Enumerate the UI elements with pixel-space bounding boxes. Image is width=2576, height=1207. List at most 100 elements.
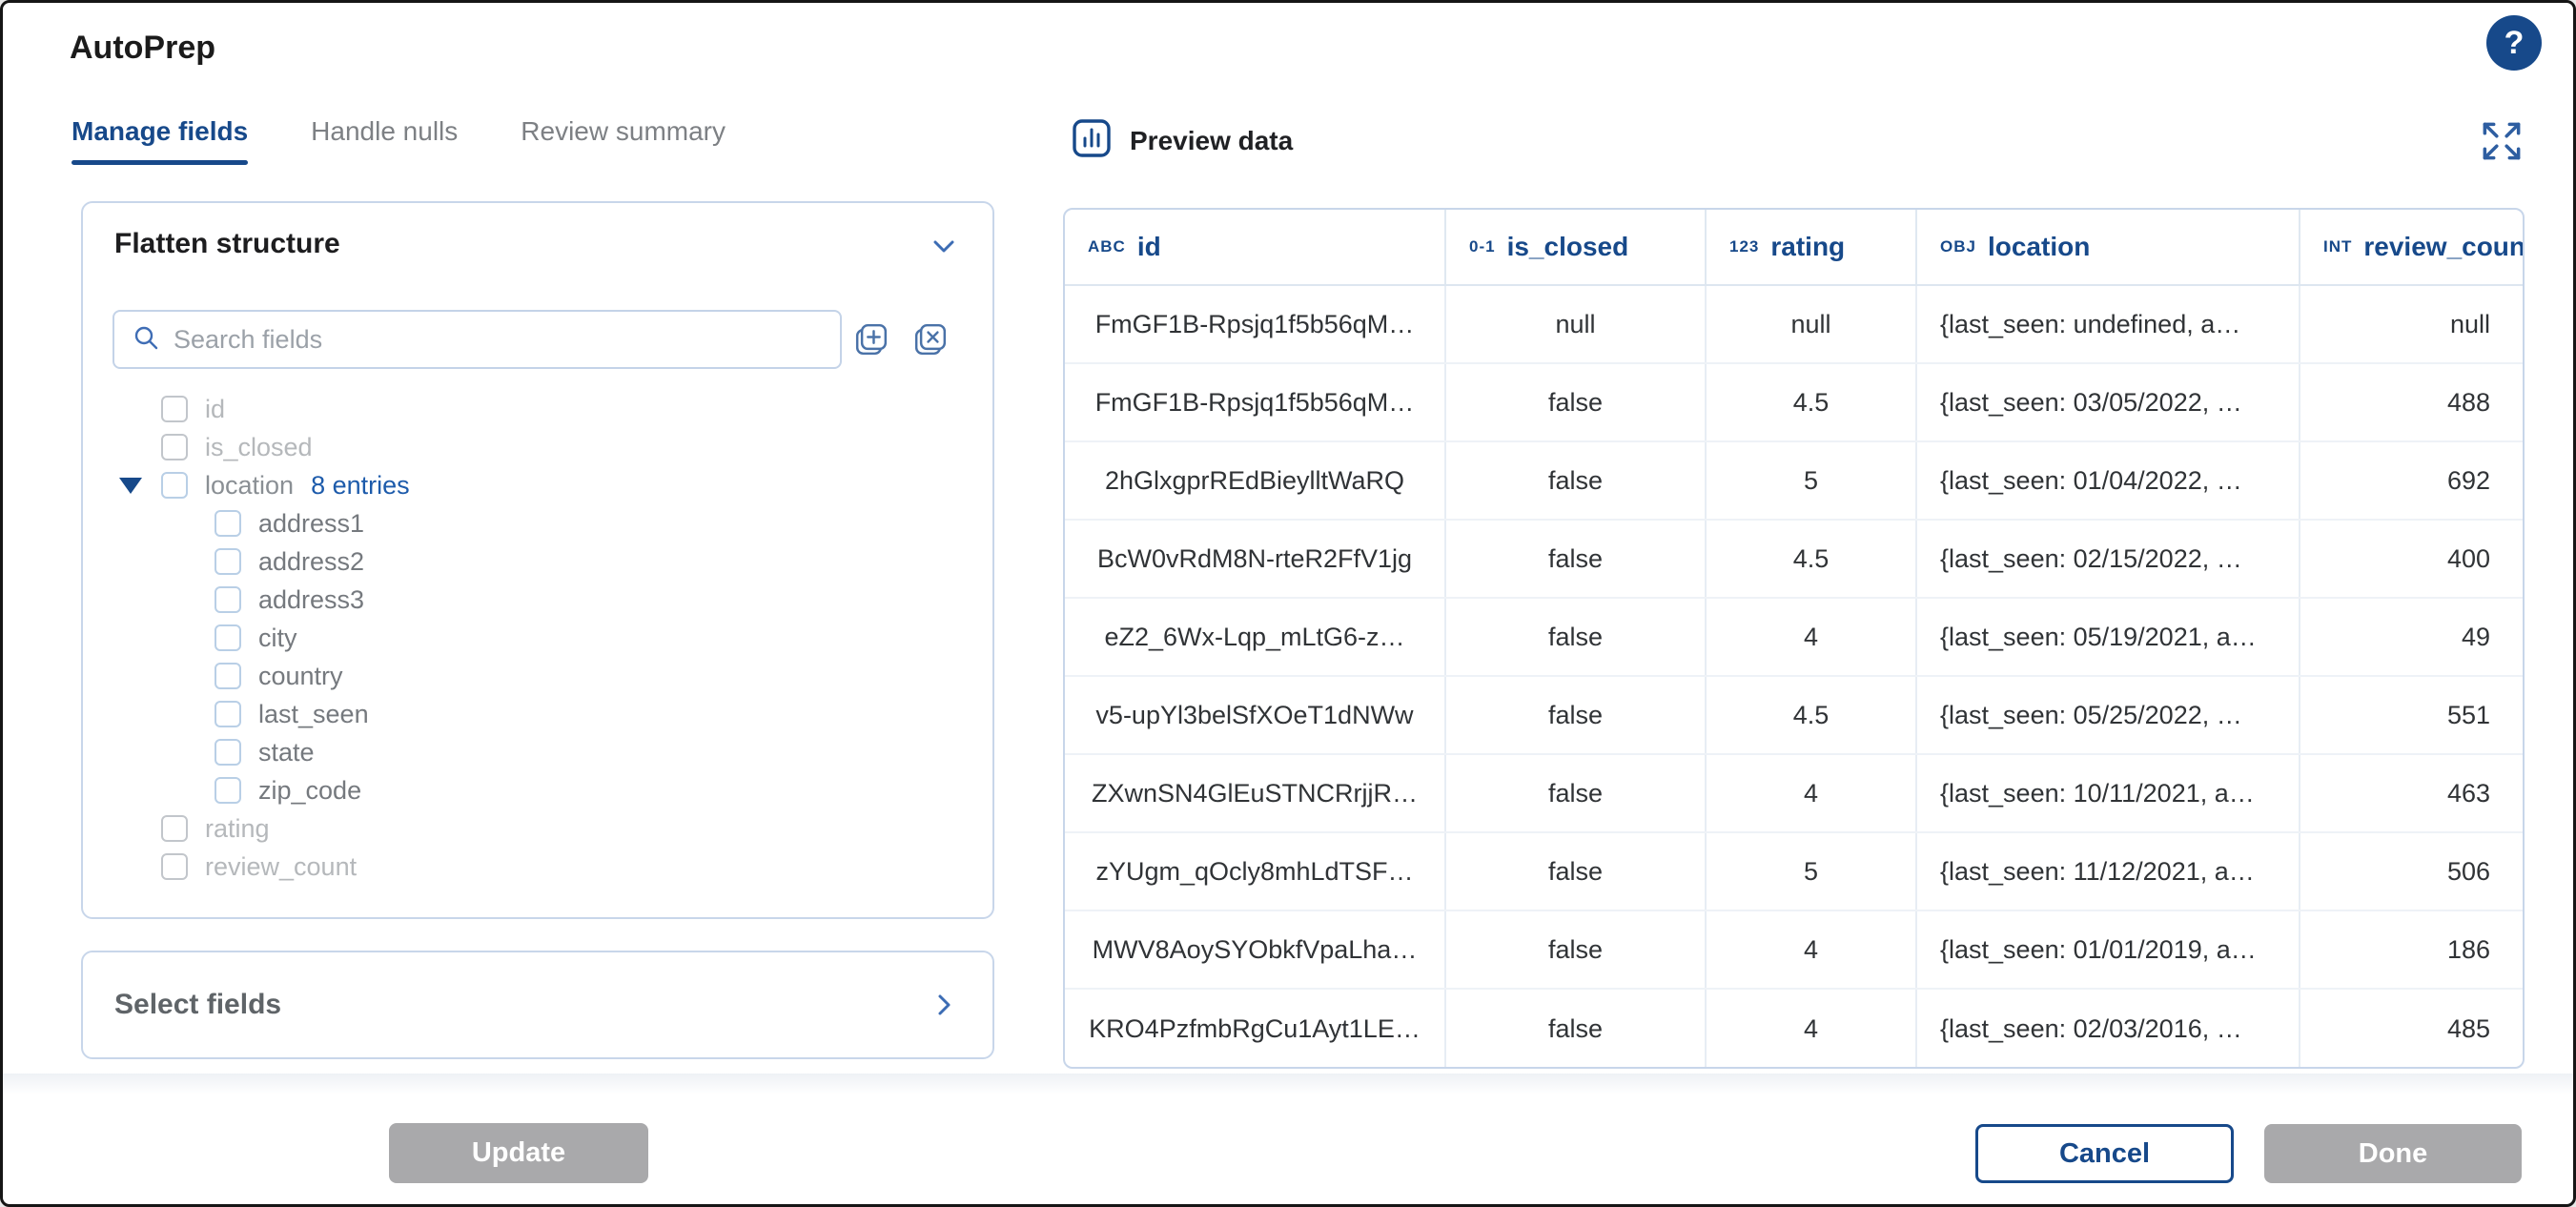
table-row: FmGF1B-Rpsjq1f5b56qM…nullnull{last_seen:… [1065, 286, 2523, 364]
cell-id: FmGF1B-Rpsjq1f5b56qM… [1065, 364, 1446, 440]
chevron-right-icon [928, 1010, 960, 1024]
tree-item-last-seen: last_seen [115, 695, 992, 733]
column-name: is_closed [1507, 232, 1629, 262]
caret-down-icon[interactable] [119, 478, 142, 494]
cell-is-closed: false [1446, 364, 1707, 440]
cell-id: eZ2_6Wx-Lqp_mLtG6-z… [1065, 599, 1446, 675]
tab-review-summary[interactable]: Review summary [521, 115, 726, 165]
tree-item-label: is_closed [205, 433, 313, 462]
preview-table-header: ABC id 0-1 is_closed 123 rating OBJ loca… [1065, 210, 2523, 286]
tree-item-label: review_count [205, 852, 357, 882]
cell-is-closed: null [1446, 286, 1707, 362]
type-string-icon: ABC [1088, 237, 1126, 256]
tree-item-address2: address2 [115, 542, 992, 581]
preview-table-body: FmGF1B-Rpsjq1f5b56qM…nullnull{last_seen:… [1065, 286, 2523, 1068]
cell-review-count: 488 [2300, 364, 2523, 440]
cell-rating: 4.5 [1707, 677, 1917, 753]
type-integer-icon: INT [2323, 237, 2352, 256]
type-object-icon: OBJ [1940, 237, 1976, 256]
cell-is-closed: false [1446, 599, 1707, 675]
tree-item-address3: address3 [115, 581, 992, 619]
tree-item-city: city [115, 619, 992, 657]
tree-item-rating: rating [115, 809, 992, 848]
tree-item-label: address2 [258, 547, 364, 577]
column-name: location [1988, 232, 2090, 262]
cell-review-count: 400 [2300, 521, 2523, 597]
help-button[interactable]: ? [2486, 15, 2542, 71]
checkbox[interactable] [161, 853, 188, 880]
cell-location: {last_seen: 02/15/2022, … [1917, 521, 2300, 597]
cell-rating: 4 [1707, 911, 1917, 988]
tree-item-country: country [115, 657, 992, 695]
table-row: BcW0vRdM8N-rteR2FfV1jgfalse4.5{last_seen… [1065, 521, 2523, 599]
cancel-button[interactable]: Cancel [1975, 1124, 2234, 1183]
cell-id: MWV8AoySYObkfVpaLha… [1065, 911, 1446, 988]
tree-item-label: address3 [258, 585, 364, 615]
done-button[interactable]: Done [2264, 1124, 2522, 1183]
collapse-panel-button[interactable] [928, 230, 960, 262]
cell-location: {last_seen: 01/04/2022, … [1917, 442, 2300, 519]
tree-item-label: location [205, 471, 294, 501]
tree-item-review-count: review_count [115, 848, 992, 886]
checkbox[interactable] [215, 624, 241, 651]
tree-item-label: last_seen [258, 700, 369, 729]
checkbox[interactable] [215, 510, 241, 537]
type-boolean-icon: 0-1 [1469, 237, 1496, 256]
tree-item-label: id [205, 395, 225, 424]
cell-location: {last_seen: undefined, a… [1917, 286, 2300, 362]
question-mark-icon: ? [2504, 25, 2525, 62]
table-row: MWV8AoySYObkfVpaLha…false4{last_seen: 01… [1065, 911, 2523, 990]
checkbox[interactable] [215, 777, 241, 804]
cell-id: v5-upYl3belSfXOeT1dNWw [1065, 677, 1446, 753]
checkbox[interactable] [215, 548, 241, 575]
checkbox[interactable] [161, 472, 188, 499]
fullscreen-expand-button[interactable] [2476, 115, 2527, 167]
tree-item-label: state [258, 738, 315, 767]
collapse-all-button[interactable] [910, 319, 951, 359]
tree-item-label: rating [205, 814, 270, 844]
autoprep-dialog: AutoPrep ? Manage fields Handle nulls Re… [0, 0, 2576, 1207]
cell-review-count: 506 [2300, 833, 2523, 910]
checkbox[interactable] [215, 663, 241, 689]
bar-chart-icon [1071, 117, 1113, 164]
column-name: review_count [2363, 232, 2523, 262]
cell-location: {last_seen: 05/19/2021, a… [1917, 599, 2300, 675]
checkbox[interactable] [161, 396, 188, 422]
expand-all-button[interactable] [851, 319, 891, 359]
cell-location: {last_seen: 03/05/2022, … [1917, 364, 2300, 440]
column-header-id: ABC id [1065, 210, 1446, 284]
table-row: ZXwnSN4GlEuSTNCRrjjR…false4{last_seen: 1… [1065, 755, 2523, 833]
cell-review-count: 485 [2300, 990, 2523, 1068]
field-tree: id is_closed location 8 entries address1 [83, 390, 992, 886]
cell-id: KRO4PzfmbRgCu1Ayt1LE… [1065, 990, 1446, 1068]
cell-id: ZXwnSN4GlEuSTNCRrjjR… [1065, 755, 1446, 831]
checkbox[interactable] [161, 815, 188, 842]
cell-rating: 4 [1707, 755, 1917, 831]
cell-is-closed: false [1446, 677, 1707, 753]
preview-data-header: Preview data [1071, 117, 1293, 164]
column-name: rating [1770, 232, 1845, 262]
expand-section-button[interactable] [928, 989, 960, 1021]
select-fields-panel[interactable]: Select fields [81, 951, 994, 1059]
cell-review-count: 463 [2300, 755, 2523, 831]
checkbox[interactable] [215, 701, 241, 727]
checkbox[interactable] [215, 739, 241, 766]
cell-id: zYUgm_qOcly8mhLdTSF… [1065, 833, 1446, 910]
cell-rating: 4 [1707, 990, 1917, 1068]
tab-handle-nulls[interactable]: Handle nulls [311, 115, 458, 165]
cell-rating: null [1707, 286, 1917, 362]
stacked-plus-icon [851, 348, 891, 362]
checkbox[interactable] [161, 434, 188, 460]
update-button[interactable]: Update [389, 1123, 648, 1183]
field-search-box [112, 310, 842, 369]
cell-review-count: 692 [2300, 442, 2523, 519]
tree-item-state: state [115, 733, 992, 771]
cell-id: 2hGlxgprREdBieylltWaRQ [1065, 442, 1446, 519]
search-input[interactable] [172, 324, 827, 356]
select-fields-title: Select fields [114, 952, 281, 1057]
tab-manage-fields[interactable]: Manage fields [72, 115, 248, 165]
cell-location: {last_seen: 05/25/2022, … [1917, 677, 2300, 753]
chevron-down-icon [928, 251, 960, 265]
checkbox[interactable] [215, 586, 241, 613]
cell-rating: 5 [1707, 833, 1917, 910]
